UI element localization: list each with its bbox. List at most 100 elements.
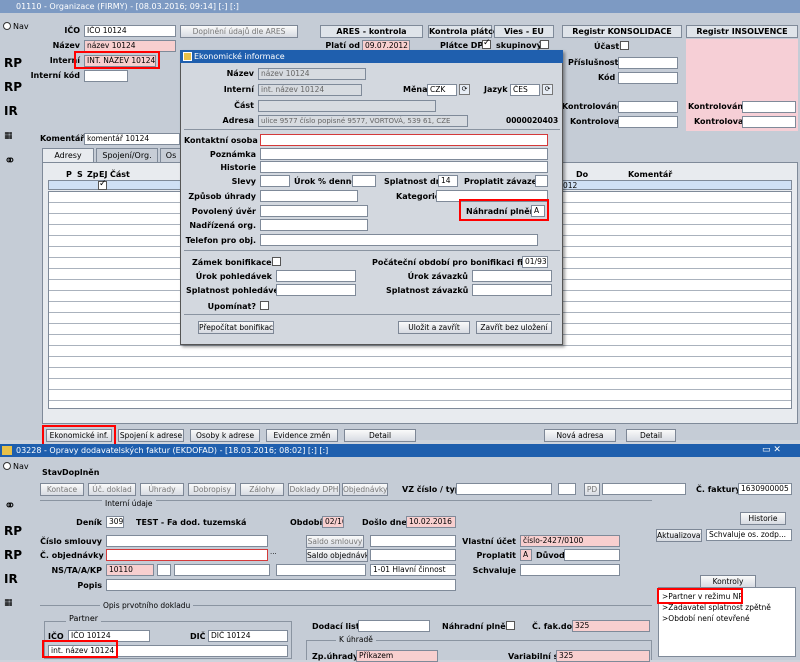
- detail-button-left[interactable]: Detail: [344, 429, 416, 442]
- zp-uhrady-input[interactable]: Příkazem: [356, 650, 438, 662]
- platce-dph-checkbox[interactable]: [482, 38, 491, 49]
- partner-dic-input[interactable]: DIČ 10124: [208, 630, 288, 642]
- kontroly-item-splatnost[interactable]: >Zadavatel splatnost zpětně: [662, 603, 771, 612]
- popis-input[interactable]: [106, 579, 456, 591]
- doslo-dne-input[interactable]: 10.02.2016: [406, 516, 456, 528]
- duvod-input[interactable]: [564, 549, 620, 561]
- dodaci-list-input[interactable]: [358, 620, 430, 632]
- saldo-objednavky-input[interactable]: [370, 549, 456, 561]
- zalohy-button[interactable]: Zálohy: [240, 483, 284, 496]
- obdobi-input[interactable]: 02/16: [322, 516, 344, 528]
- kontrolovano-ins-input[interactable]: [742, 101, 796, 113]
- partner-name-input[interactable]: int. název 10124: [48, 645, 288, 657]
- vz-typ-input[interactable]: [558, 483, 576, 495]
- variabilni-input[interactable]: 325: [556, 650, 650, 662]
- splatnost-pohledavek-input[interactable]: [276, 284, 356, 296]
- c-objednavky-lookup-icon[interactable]: ···: [270, 550, 277, 558]
- grid-ej-checkbox[interactable]: [98, 179, 107, 190]
- tab-adresy[interactable]: Adresy: [42, 148, 94, 162]
- ucast-checkbox[interactable]: [620, 41, 629, 50]
- spojeni-k-adrese-button[interactable]: Spojení k adrese: [118, 429, 184, 442]
- window-controls-icon[interactable]: ▭ ✕: [762, 445, 781, 455]
- poznamka-input[interactable]: [260, 148, 548, 160]
- nahradni-plneni-input[interactable]: A: [531, 205, 545, 217]
- nahradni-plneni-bottom-checkbox[interactable]: [506, 621, 515, 630]
- uc-doklad-button[interactable]: Úč. doklad: [88, 483, 136, 496]
- povoleny-uver-input[interactable]: [260, 205, 368, 217]
- kategorie-input[interactable]: [436, 190, 548, 202]
- interni-input[interactable]: INT. NÁZEV 10124: [84, 55, 156, 67]
- nadrizena-org-input[interactable]: [260, 219, 368, 231]
- historie-button[interactable]: Historie: [740, 512, 786, 525]
- binoculars-icon[interactable]: ⚭: [4, 150, 26, 172]
- bottom-okoly-icon[interactable]: ▦: [4, 592, 26, 614]
- c-faktury-input[interactable]: 1630900005: [738, 483, 792, 495]
- partner-ico-input[interactable]: IČO 10124: [68, 630, 150, 642]
- schvaluje-select[interactable]: Schvaluje os. zodp...: [706, 529, 792, 541]
- popup-interni-input[interactable]: int. název 10124: [258, 84, 362, 96]
- saldo-smlouvy-input[interactable]: [370, 535, 456, 547]
- a-input[interactable]: [174, 564, 270, 576]
- saldo-smlouvy-button[interactable]: Saldo smlouvy: [306, 535, 364, 548]
- kontrolovano-input[interactable]: [618, 101, 678, 113]
- c-objednavky-input[interactable]: [106, 549, 268, 561]
- detail-button-right[interactable]: Detail: [626, 429, 676, 442]
- denik-input[interactable]: 309: [106, 516, 124, 528]
- rp-flag-icon[interactable]: RP: [4, 76, 26, 98]
- komentar-input[interactable]: komentář 10124: [84, 133, 180, 145]
- tab-osoby[interactable]: Os: [160, 148, 182, 162]
- schvaluje-input[interactable]: [520, 564, 620, 576]
- urok-pohledavek-input[interactable]: [276, 270, 356, 282]
- vlastni-ucet-input[interactable]: číslo-2427/0100: [520, 535, 620, 547]
- rp-icon[interactable]: RP: [4, 52, 26, 74]
- urok-zavazku-input[interactable]: [472, 270, 552, 282]
- cislo-smlouvy-input[interactable]: [106, 535, 268, 547]
- doklady-dph-button[interactable]: Doklady DPH: [288, 483, 340, 496]
- urok-denne-input[interactable]: [352, 175, 376, 187]
- dobropisy-button[interactable]: Dobropisy: [188, 483, 236, 496]
- okoly-icon[interactable]: ▦: [4, 125, 26, 147]
- slevy-input[interactable]: [260, 175, 290, 187]
- bottom-rp-flag-icon[interactable]: RP: [4, 544, 26, 566]
- kp-input[interactable]: [276, 564, 366, 576]
- evidence-zmen-button[interactable]: Evidence změn: [266, 429, 338, 442]
- aktualizovat-button[interactable]: Aktualizovat: [656, 529, 702, 542]
- popup-nazev-input[interactable]: název 10124: [258, 68, 366, 80]
- mena-input[interactable]: CZK: [427, 84, 457, 96]
- nova-adresa-button[interactable]: Nová adresa: [544, 429, 616, 442]
- nav-radio[interactable]: [3, 22, 11, 30]
- prepocitat-bonifikaci-button[interactable]: Přepočítat bonifikaci: [198, 321, 274, 334]
- splatnost-dni-input[interactable]: 14: [438, 175, 458, 187]
- kod-input[interactable]: [618, 72, 678, 84]
- doplneni-ares-button[interactable]: Doplnění údajů dle ARES: [180, 25, 298, 38]
- bottom-rp-icon[interactable]: RP: [4, 520, 26, 542]
- zavrit-bez-ulozeni-button[interactable]: Zavřít bez uložení: [476, 321, 552, 334]
- jazyk-input[interactable]: ČES: [510, 84, 540, 96]
- proplatit-zavazek-input[interactable]: [535, 175, 548, 187]
- upominat-checkbox[interactable]: [260, 301, 269, 310]
- bottom-binoculars-icon[interactable]: ⚭: [4, 495, 26, 517]
- pd-input[interactable]: [602, 483, 686, 495]
- historie-input[interactable]: [260, 161, 548, 173]
- bottom-nav-radio[interactable]: [3, 462, 11, 470]
- kontroloval-input[interactable]: [618, 116, 678, 128]
- bottom-ir-icon[interactable]: IR: [4, 568, 26, 590]
- popup-adresa-input[interactable]: ulice 9577 číslo popisné 9577, VORTOVÁ, …: [258, 115, 468, 127]
- kontroly-item-partner[interactable]: >Partner v režimu NP: [662, 592, 743, 601]
- mena-refresh-icon[interactable]: ⟳: [459, 84, 470, 95]
- skupinovy-checkbox[interactable]: [540, 40, 549, 49]
- ns-input[interactable]: 10110: [106, 564, 154, 576]
- ta-input[interactable]: [157, 564, 171, 576]
- tab-spojeni[interactable]: Spojení/Org.: [96, 148, 158, 162]
- pocatecni-obdobi-input[interactable]: 01/93: [522, 256, 548, 268]
- kontace-button[interactable]: Kontace: [40, 483, 84, 496]
- proplatit-input[interactable]: A: [520, 549, 532, 561]
- pd-button[interactable]: PD: [584, 483, 600, 496]
- jazyk-refresh-icon[interactable]: ⟳: [542, 84, 553, 95]
- splatnost-zavazku-input[interactable]: [472, 284, 552, 296]
- nazev-input[interactable]: název 10124: [84, 40, 176, 52]
- cinnost-input[interactable]: 1-01 Hlavní činnost: [370, 564, 456, 576]
- prislusnost-select[interactable]: [618, 57, 678, 69]
- c-fak-dod-input[interactable]: 325: [572, 620, 650, 632]
- ico-input[interactable]: IČO 10124: [84, 25, 176, 37]
